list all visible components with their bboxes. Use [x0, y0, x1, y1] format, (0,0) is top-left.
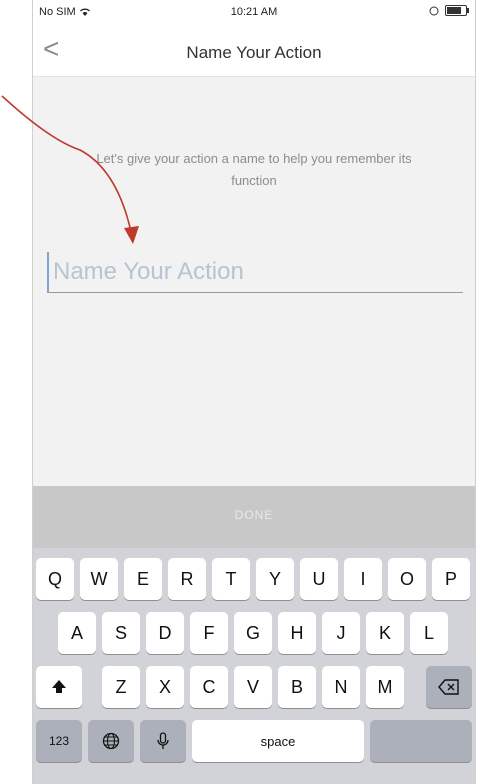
key-f[interactable]: F [190, 612, 228, 654]
instruction-text: Let's give your action a name to help yo… [96, 151, 412, 188]
action-name-input[interactable] [47, 252, 463, 293]
return-key[interactable] [370, 720, 472, 762]
keyboard-row-1: Q W E R T Y U I O P [33, 558, 475, 604]
key-y[interactable]: Y [256, 558, 294, 600]
page-title: Name Your Action [186, 43, 322, 62]
keyboard-accessory-bar: DONE [33, 486, 475, 548]
done-button[interactable]: DONE [33, 508, 475, 522]
key-q[interactable]: Q [36, 558, 74, 600]
delete-key[interactable] [426, 666, 472, 708]
key-c[interactable]: C [190, 666, 228, 708]
key-x[interactable]: X [146, 666, 184, 708]
key-h[interactable]: H [278, 612, 316, 654]
microphone-key[interactable] [140, 720, 186, 762]
key-w[interactable]: W [80, 558, 118, 600]
key-j[interactable]: J [322, 612, 360, 654]
keyboard: Q W E R T Y U I O P A S D F G H J K L Z … [33, 548, 475, 784]
key-s[interactable]: S [102, 612, 140, 654]
key-a[interactable]: A [58, 612, 96, 654]
status-right [429, 5, 469, 16]
shift-icon [52, 680, 66, 693]
key-u[interactable]: U [300, 558, 338, 600]
battery-icon [445, 5, 469, 16]
numbers-key[interactable]: 123 [36, 720, 82, 762]
microphone-icon [157, 732, 169, 749]
lock-rotation-icon [429, 6, 439, 15]
key-t[interactable]: T [212, 558, 250, 600]
status-bar: No SIM 10:21 AM [33, 0, 475, 26]
key-e[interactable]: E [124, 558, 162, 600]
key-l[interactable]: L [410, 612, 448, 654]
globe-icon [102, 732, 120, 750]
status-time: 10:21 AM [230, 6, 278, 18]
key-p[interactable]: P [432, 558, 470, 600]
key-r[interactable]: R [168, 558, 206, 600]
key-n[interactable]: N [322, 666, 360, 708]
navigation-bar: < Name Your Action [33, 26, 475, 77]
key-i[interactable]: I [344, 558, 382, 600]
globe-key[interactable] [88, 720, 134, 762]
delete-icon [438, 679, 459, 695]
key-v[interactable]: V [234, 666, 272, 708]
key-d[interactable]: D [146, 612, 184, 654]
key-g[interactable]: G [234, 612, 272, 654]
key-b[interactable]: B [278, 666, 316, 708]
shift-key[interactable] [36, 666, 82, 708]
key-z[interactable]: Z [102, 666, 140, 708]
phone-screen: No SIM 10:21 AM < Name Your Action Let's… [32, 0, 476, 784]
space-key[interactable]: space [192, 720, 364, 762]
key-k[interactable]: K [366, 612, 404, 654]
key-o[interactable]: O [388, 558, 426, 600]
keyboard-row-3: Z X C V B N M [33, 666, 475, 712]
key-m[interactable]: M [366, 666, 404, 708]
keyboard-row-4: 123 space [33, 720, 475, 766]
keyboard-row-2: A S D F G H J K L [33, 612, 475, 658]
